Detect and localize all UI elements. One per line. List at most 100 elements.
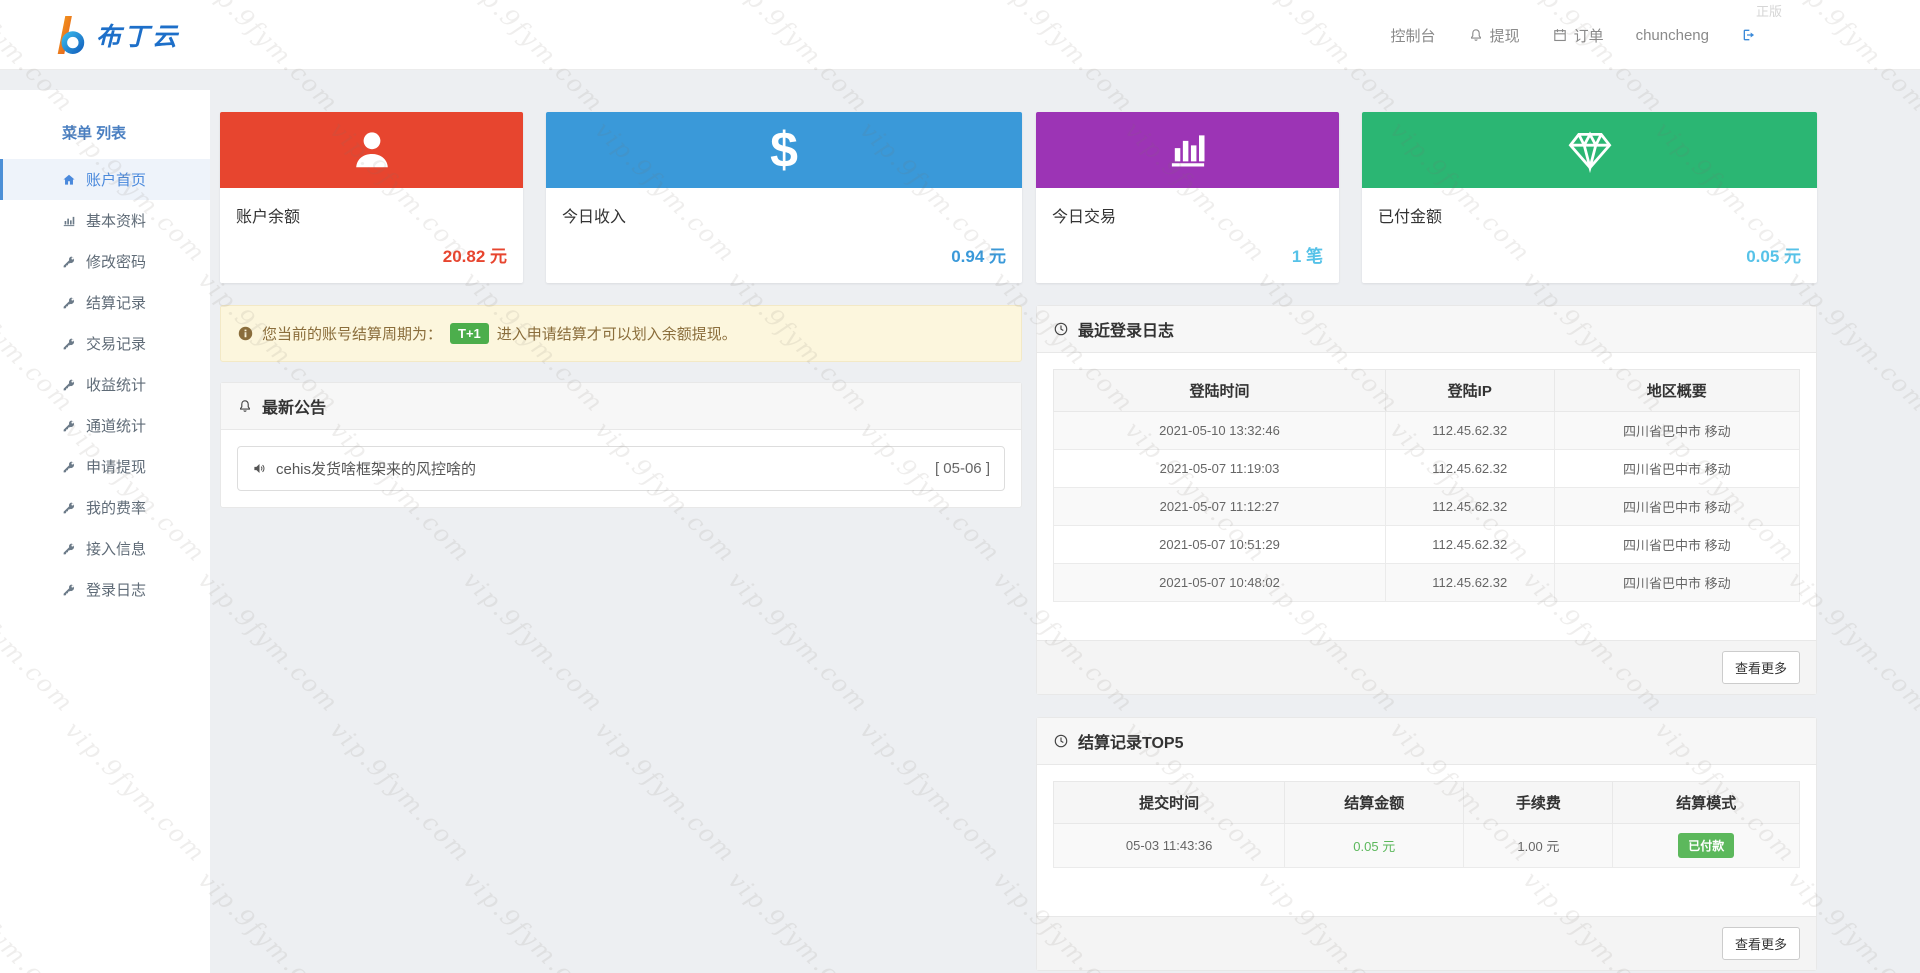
cell-settle-amount: 0.05 元	[1284, 823, 1465, 868]
table-row: 2021-05-07 11:19:03 112.45.62.32 四川省巴中市 …	[1053, 449, 1801, 488]
navbar: 布丁云 控制台 提现 订单 chuncheng	[0, 0, 1920, 70]
sidebar-item-login-log[interactable]: 登录日志	[0, 569, 210, 610]
user-icon	[348, 126, 396, 174]
sidebar-item-channel-stats[interactable]: 通道统计	[0, 405, 210, 446]
bell-icon	[1468, 27, 1484, 43]
card-value: 0.05 元	[1746, 247, 1801, 266]
sidebar-item-access-info[interactable]: 接入信息	[0, 528, 210, 569]
sidebar-item-my-rates[interactable]: 我的费率	[0, 487, 210, 528]
card-account-balance: 账户余额 20.82 元	[220, 112, 523, 283]
table-row: 2021-05-07 10:48:02 112.45.62.32 四川省巴中市 …	[1053, 563, 1801, 602]
cell-region: 四川省巴中市 移动	[1553, 525, 1801, 564]
sidebar-item-label: 我的费率	[86, 500, 147, 517]
announcement-date: [ 05-06 ]	[934, 460, 990, 477]
home-icon	[61, 173, 77, 187]
table-row: 2021-05-07 10:51:29 112.45.62.32 四川省巴中市 …	[1053, 525, 1801, 564]
brand[interactable]: 布丁云	[52, 14, 180, 56]
key-icon	[61, 337, 77, 351]
bar-chart-icon	[61, 214, 77, 228]
sidebar-header: 菜单 列表	[62, 125, 127, 142]
sidebar-item-income-stats[interactable]: 收益统计	[0, 364, 210, 405]
key-icon	[61, 378, 77, 392]
card-today-transactions: 今日交易 1 笔	[1036, 112, 1339, 283]
key-icon	[61, 583, 77, 597]
sidebar-item-transaction-records[interactable]: 交易记录	[0, 323, 210, 364]
clock-icon	[1053, 321, 1069, 337]
cell-login-ip: 112.45.62.32	[1384, 487, 1555, 526]
sidebar-item-label: 结算记录	[86, 295, 147, 312]
cell-login-ip: 112.45.62.32	[1384, 563, 1555, 602]
dollar-icon: $	[770, 122, 798, 178]
announcement-text: cehis发货啥框架来的风控啥的	[276, 461, 477, 478]
panel-title: 最近登录日志	[1078, 323, 1175, 340]
sidebar-item-label: 通道统计	[86, 418, 147, 435]
cell-login-time: 2021-05-07 10:48:02	[1053, 563, 1386, 602]
card-today-income: $ 今日收入 0.94 元	[546, 112, 1022, 283]
sidebar-item-label: 收益统计	[86, 377, 147, 394]
key-icon	[61, 255, 77, 269]
column-header: 地区概要	[1553, 369, 1801, 412]
cell-login-ip: 112.45.62.32	[1384, 449, 1555, 488]
card-title: 已付金额	[1378, 209, 1443, 226]
card-title: 今日交易	[1052, 209, 1117, 226]
settlement-table: 提交时间 结算金额 手续费 结算模式 05-03 11:43:36 0.05 元…	[1052, 781, 1800, 868]
logout-button[interactable]	[1741, 27, 1757, 43]
column-header: 结算金额	[1284, 781, 1465, 824]
column-header: 登陆时间	[1053, 369, 1386, 412]
speaker-icon	[252, 461, 267, 476]
card-header	[220, 112, 523, 188]
cell-login-ip: 112.45.62.32	[1384, 411, 1555, 450]
key-icon	[61, 501, 77, 515]
column-header: 结算模式	[1612, 781, 1800, 824]
clock-icon	[1053, 733, 1069, 749]
t1-badge: T+1	[450, 323, 489, 344]
settlement-more-button[interactable]: 查看更多	[1721, 927, 1800, 960]
table-row: 2021-05-07 11:12:27 112.45.62.32 四川省巴中市 …	[1053, 487, 1801, 526]
nav-orders[interactable]: 订单	[1552, 25, 1604, 46]
info-icon	[237, 325, 254, 342]
sidebar-item-label: 接入信息	[86, 541, 147, 558]
brand-logo-icon	[52, 14, 88, 56]
sidebar-item-apply-withdraw[interactable]: 申请提现	[0, 446, 210, 487]
sidebar-item-account-home[interactable]: 账户首页	[0, 159, 210, 200]
sidebar-item-change-password[interactable]: 修改密码	[0, 241, 210, 282]
sidebar: 菜单 列表 账户首页 基本资料 修改密码 结算记录 交易记录 收益统计 通道统计…	[0, 90, 210, 973]
settlement-panel: 结算记录TOP5 提交时间 结算金额 手续费 结算模式 05-03 11:43:…	[1036, 717, 1817, 971]
nav-withdraw[interactable]: 提现	[1468, 25, 1520, 46]
cell-region: 四川省巴中市 移动	[1553, 487, 1801, 526]
card-value: 1 笔	[1291, 247, 1323, 266]
nav-username[interactable]: chuncheng	[1636, 27, 1709, 44]
cell-settle-mode: 已付款	[1612, 823, 1800, 868]
announcement-panel-header: 最新公告	[221, 383, 1021, 430]
panel-title: 最新公告	[262, 400, 327, 417]
paid-status-badge: 已付款	[1678, 833, 1735, 858]
key-icon	[61, 296, 77, 310]
column-header: 提交时间	[1052, 781, 1286, 824]
card-title: 今日收入	[562, 209, 627, 226]
sidebar-item-label: 登录日志	[86, 582, 147, 599]
login-log-more-button[interactable]: 查看更多	[1721, 651, 1800, 684]
key-icon	[61, 460, 77, 474]
login-log-panel-header: 最近登录日志	[1037, 306, 1816, 353]
chart-bars-icon	[1166, 128, 1210, 172]
sidebar-item-basic-info[interactable]: 基本资料	[0, 200, 210, 241]
card-header: $	[546, 112, 1022, 188]
card-title: 账户余额	[236, 209, 301, 226]
sidebar-item-label: 申请提现	[86, 459, 147, 476]
settlement-panel-header: 结算记录TOP5	[1037, 718, 1816, 765]
sidebar-item-settlement-records[interactable]: 结算记录	[0, 282, 210, 323]
navbar-menu: 控制台 提现 订单 chuncheng	[1359, 0, 1757, 70]
panel-title: 结算记录TOP5	[1078, 735, 1184, 752]
announcement-item[interactable]: cehis发货啥框架来的风控啥的 [ 05-06 ]	[237, 446, 1005, 491]
cell-login-ip: 112.45.62.32	[1384, 525, 1555, 564]
login-log-panel: 最近登录日志 登陆时间 登陆IP 地区概要 2021-05-10 13:32:4…	[1036, 305, 1817, 695]
sidebar-item-label: 修改密码	[86, 254, 147, 271]
announcement-panel: 最新公告 cehis发货啥框架来的风控啥的 [ 05-06 ]	[220, 382, 1022, 508]
table-row: 2021-05-10 13:32:46 112.45.62.32 四川省巴中市 …	[1053, 411, 1801, 450]
nav-console[interactable]: 控制台	[1391, 25, 1436, 46]
key-icon	[61, 419, 77, 433]
stat-cards: 账户余额 20.82 元 $ 今日收入 0.94 元 今日交易 1 笔 已付金额…	[220, 112, 1817, 283]
cell-region: 四川省巴中市 移动	[1553, 411, 1801, 450]
cell-region: 四川省巴中市 移动	[1553, 563, 1801, 602]
cell-login-time: 2021-05-07 10:51:29	[1053, 525, 1386, 564]
